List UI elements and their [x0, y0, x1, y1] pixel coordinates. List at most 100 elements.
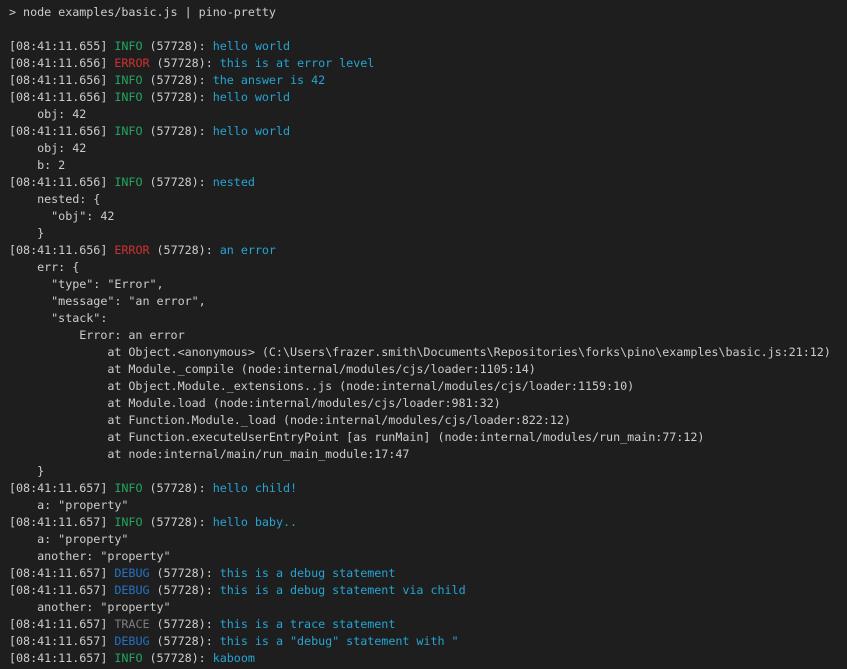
log-line: [08:41:11.656] ERROR (57728): this is at… — [9, 55, 847, 72]
log-segment-cyan: kaboom — [213, 651, 255, 665]
log-line: [08:41:11.656] INFO (57728): the answer … — [9, 72, 847, 89]
log-segment-fg: (57728): — [142, 90, 212, 104]
log-line: [08:41:11.657] INFO (57728): hello baby.… — [9, 514, 847, 531]
log-segment-fg: obj: 42 — [9, 107, 86, 121]
log-segment-fg: Error: an error — [9, 328, 185, 342]
log-segment-fg: (57728): — [150, 243, 220, 257]
log-line: at Function.executeUserEntryPoint [as ru… — [9, 429, 847, 446]
log-line: "obj": 42 — [9, 208, 847, 225]
log-segment-fg: at Object.<anonymous> (C:\Users\frazer.s… — [9, 345, 831, 359]
log-segment-fg: (57728): — [142, 651, 212, 665]
log-segment-fg: at Object.Module._extensions..js (node:i… — [9, 379, 634, 393]
log-segment-fg: [08:41:11.656] — [9, 90, 114, 104]
log-segment-green: INFO — [114, 39, 142, 53]
log-segment-fg: a: "property" — [9, 532, 128, 546]
log-line: another: "property" — [9, 548, 847, 565]
log-segment-green: INFO — [114, 481, 142, 495]
log-line: a: "property" — [9, 497, 847, 514]
log-segment-fg: (57728): — [150, 617, 220, 631]
log-line: [08:41:11.656] ERROR (57728): an error — [9, 242, 847, 259]
log-line: [08:41:11.657] DEBUG (57728): this is a … — [9, 633, 847, 650]
log-line: err: { — [9, 259, 847, 276]
log-segment-cyan: hello world — [213, 124, 290, 138]
log-segment-fg: a: "property" — [9, 498, 128, 512]
log-segment-blue: DEBUG — [114, 634, 149, 648]
log-segment-fg: at Function.Module._load (node:internal/… — [9, 413, 571, 427]
log-segment-green: INFO — [114, 515, 142, 529]
log-segment-fg: another: "property" — [9, 600, 171, 614]
log-segment-green: INFO — [114, 90, 142, 104]
log-line: [08:41:11.655] INFO (57728): hello world — [9, 38, 847, 55]
log-line: [08:41:11.657] DEBUG (57728): this is a … — [9, 565, 847, 582]
log-segment-fg: [08:41:11.656] — [9, 243, 114, 257]
log-line: Error: an error — [9, 327, 847, 344]
log-segment-cyan: this is a trace statement — [220, 617, 396, 631]
log-segment-fg: obj: 42 — [9, 141, 86, 155]
log-segment-fg: (57728): — [142, 515, 212, 529]
log-segment-cyan: nested — [213, 175, 255, 189]
log-line: [08:41:11.656] INFO (57728): nested — [9, 174, 847, 191]
log-segment-fg: [08:41:11.656] — [9, 124, 114, 138]
prompt-line: > node examples/basic.js | pino-pretty — [9, 4, 847, 21]
log-line: "type": "Error", — [9, 276, 847, 293]
log-segment-fg: } — [9, 226, 44, 240]
log-segment-fg: "obj": 42 — [9, 209, 114, 223]
log-segment-cyan: hello world — [213, 90, 290, 104]
log-segment-fg: at Function.executeUserEntryPoint [as ru… — [9, 430, 704, 444]
log-line: another: "property" — [9, 599, 847, 616]
log-line: at node:internal/main/run_main_module:17… — [9, 446, 847, 463]
log-segment-cyan: hello child! — [213, 481, 297, 495]
log-segment-fg: "stack": — [9, 311, 107, 325]
log-segment-green: INFO — [114, 124, 142, 138]
log-segment-fg: } — [9, 464, 44, 478]
log-line: at Object.Module._extensions..js (node:i… — [9, 378, 847, 395]
log-line: [08:41:11.657] TRACE (57728): this is a … — [9, 616, 847, 633]
log-line: } — [9, 463, 847, 480]
log-segment-fg: [08:41:11.657] — [9, 634, 114, 648]
log-line: [08:41:11.657] DEBUG (57728): this is a … — [9, 582, 847, 599]
log-segment-fg: at Module._compile (node:internal/module… — [9, 362, 536, 376]
log-segment-cyan: this is a "debug" statement with " — [220, 634, 459, 648]
log-line: at Object.<anonymous> (C:\Users\frazer.s… — [9, 344, 847, 361]
terminal-output[interactable]: > node examples/basic.js | pino-pretty [… — [0, 0, 847, 669]
log-segment-blue: DEBUG — [114, 583, 149, 597]
log-segment-fg: at node:internal/main/run_main_module:17… — [9, 447, 409, 461]
log-segment-fg: (57728): — [150, 634, 220, 648]
log-line: "message": "an error", — [9, 293, 847, 310]
log-segment-fg: (57728): — [142, 39, 212, 53]
log-line: obj: 42 — [9, 106, 847, 123]
log-segment-fg: [08:41:11.657] — [9, 651, 114, 665]
log-line: at Function.Module._load (node:internal/… — [9, 412, 847, 429]
log-line: [08:41:11.656] INFO (57728): hello world — [9, 123, 847, 140]
log-segment-fg: at Module.load (node:internal/modules/cj… — [9, 396, 501, 410]
log-segment-fg: "type": "Error", — [9, 277, 164, 291]
log-segment-fg: (57728): — [150, 56, 220, 70]
log-line: a: "property" — [9, 531, 847, 548]
log-line: at Module._compile (node:internal/module… — [9, 361, 847, 378]
log-line: [08:41:11.657] INFO (57728): kaboom — [9, 650, 847, 667]
log-segment-green: INFO — [114, 73, 142, 87]
log-line: nested: { — [9, 191, 847, 208]
log-segment-grey: TRACE — [114, 617, 149, 631]
log-line: at Module.load (node:internal/modules/cj… — [9, 395, 847, 412]
log-segment-fg: (57728): — [142, 481, 212, 495]
log-segment-fg: (57728): — [142, 175, 212, 189]
log-segment-fg: "message": "an error", — [9, 294, 206, 308]
log-segment-cyan: this is a debug statement via child — [220, 583, 466, 597]
log-line: obj: 42 — [9, 140, 847, 157]
log-segment-red: ERROR — [114, 56, 149, 70]
log-segment-cyan: this is at error level — [220, 56, 375, 70]
log-line: "stack": — [9, 310, 847, 327]
log-segment-fg: [08:41:11.657] — [9, 515, 114, 529]
log-segment-cyan: an error — [220, 243, 276, 257]
log-segment-cyan: this is a debug statement — [220, 566, 396, 580]
log-segment-fg: [08:41:11.657] — [9, 583, 114, 597]
log-segment-fg: b: 2 — [9, 158, 65, 172]
log-segment-fg: [08:41:11.656] — [9, 56, 114, 70]
log-segment-fg: [08:41:11.655] — [9, 39, 114, 53]
log-segment-green: INFO — [114, 175, 142, 189]
log-segment-fg: [08:41:11.656] — [9, 175, 114, 189]
log-segment-cyan: hello world — [213, 39, 290, 53]
log-segment-fg: (57728): — [142, 124, 212, 138]
log-segment-fg: > node examples/basic.js | pino-pretty — [9, 5, 276, 19]
